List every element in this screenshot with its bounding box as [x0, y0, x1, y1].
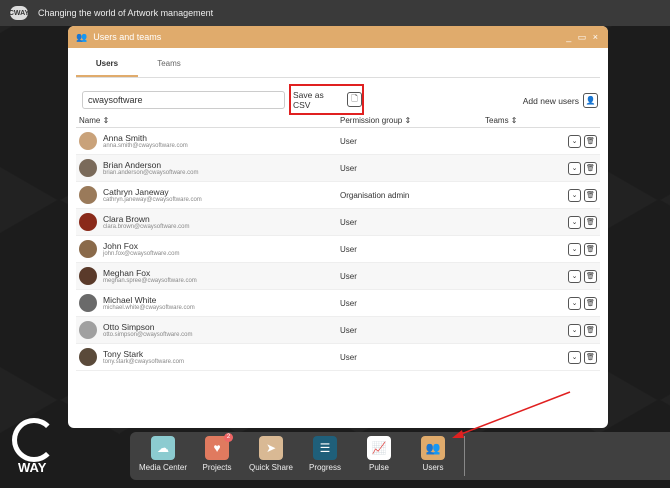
- annotation-arrow: [452, 391, 571, 438]
